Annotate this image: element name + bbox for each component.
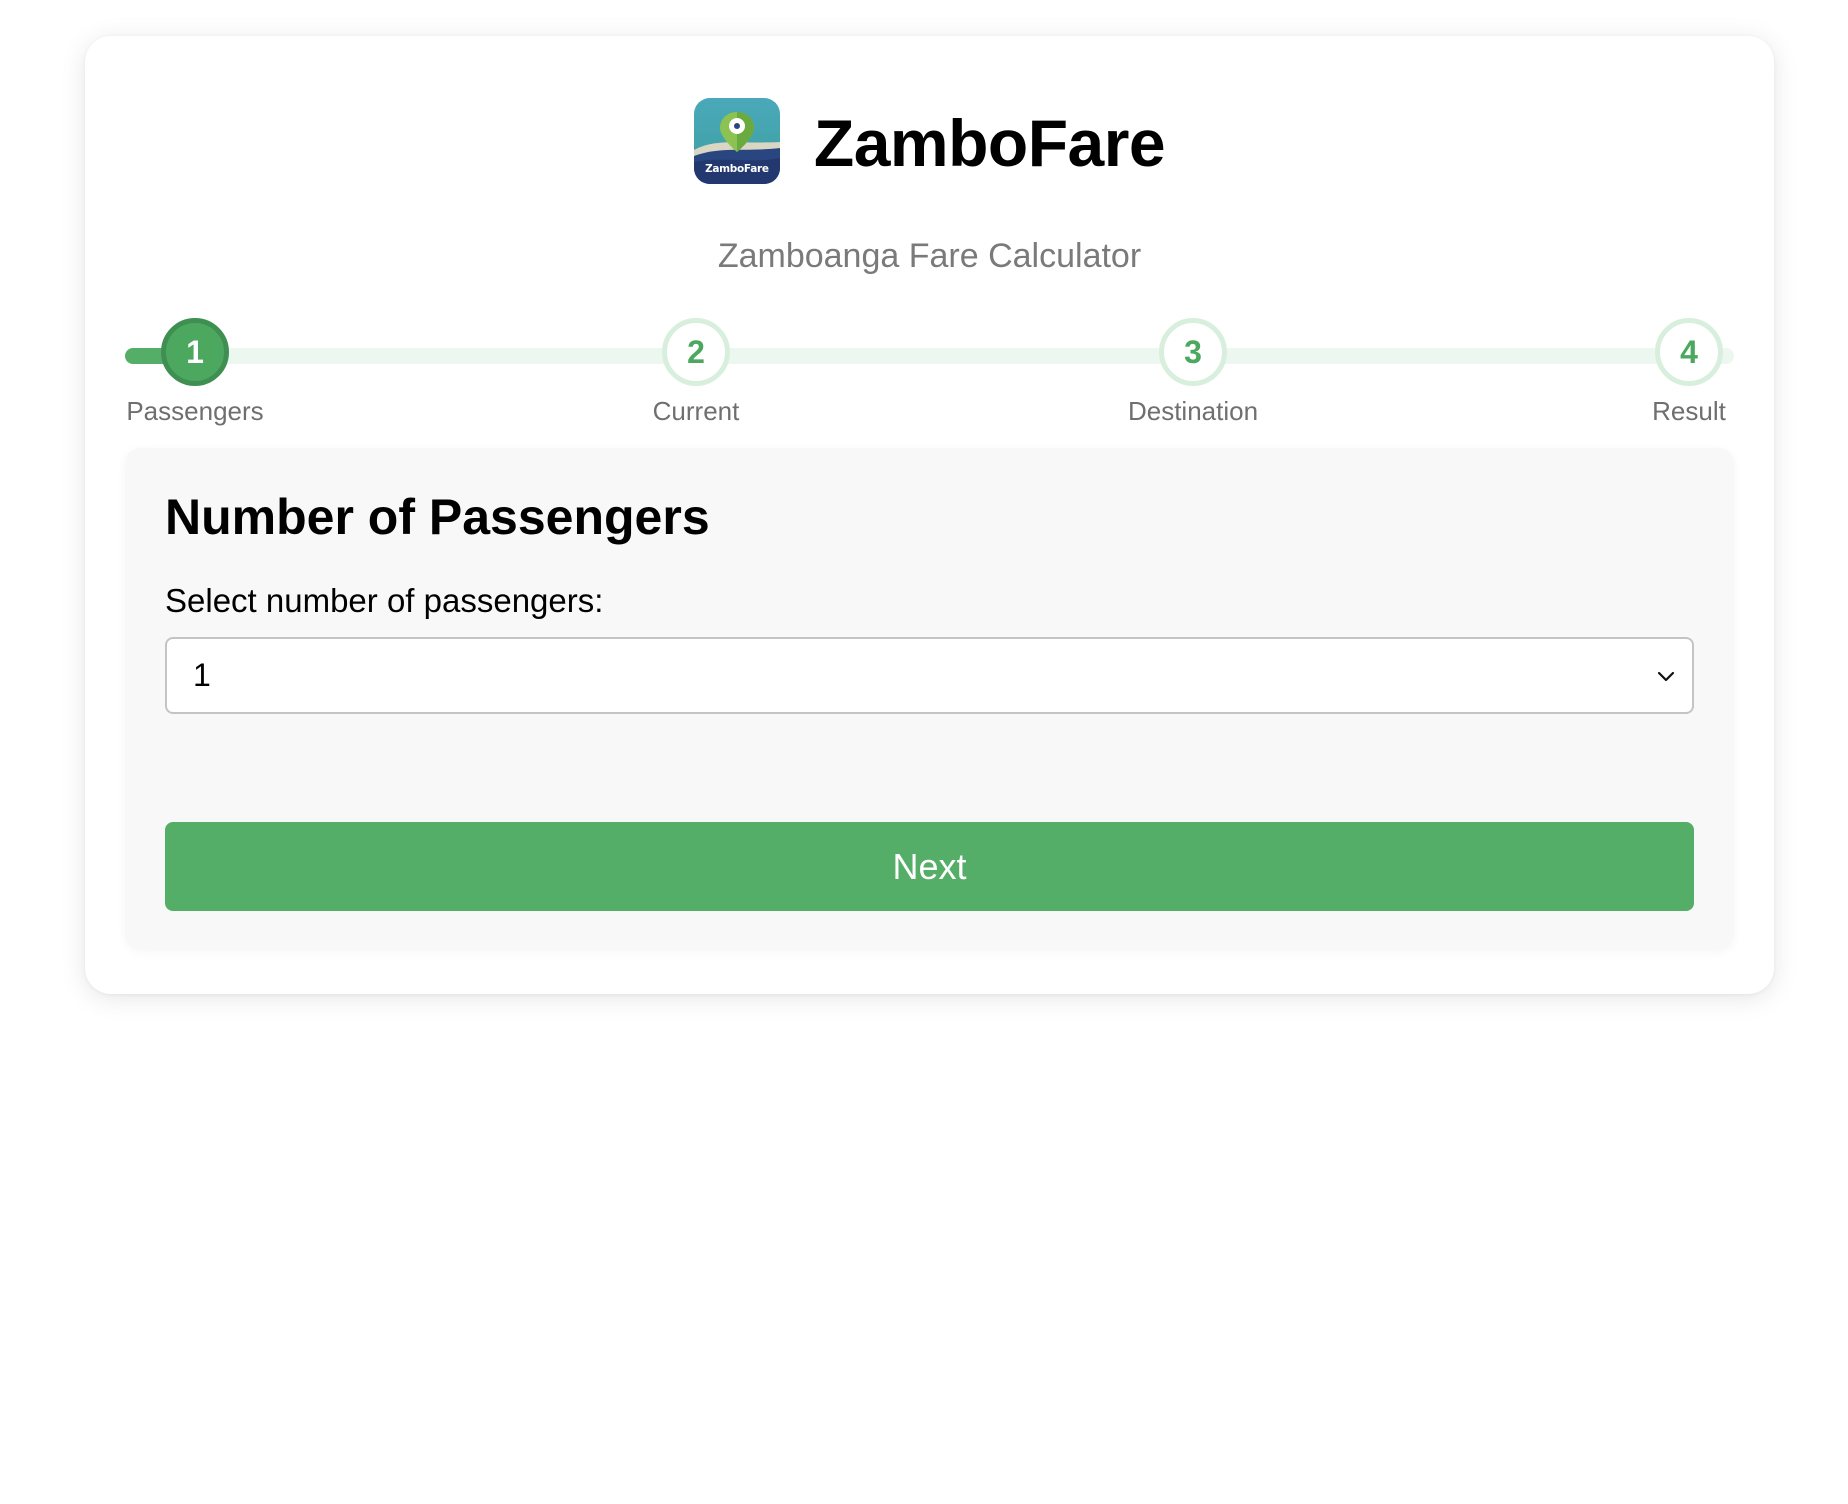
- step-number: 3: [1159, 318, 1227, 386]
- brand-header: ZamboFare ZamboFare: [85, 98, 1774, 184]
- step-label: Current: [652, 396, 740, 426]
- step-destination[interactable]: 3 Destination: [1093, 318, 1293, 427]
- select-value: 1: [193, 657, 211, 693]
- next-button[interactable]: Next: [165, 822, 1694, 911]
- app-title: ZamboFare: [813, 106, 1166, 180]
- app-card: ZamboFare ZamboFare Zamboanga Fare Calcu…: [85, 36, 1774, 994]
- step-current[interactable]: 2 Current: [596, 318, 796, 427]
- app-subtitle: Zamboanga Fare Calculator: [717, 237, 1142, 275]
- chevron-down-icon: [1657, 671, 1675, 682]
- step-label: Passengers: [126, 396, 264, 426]
- step-label: Result: [1652, 396, 1726, 426]
- step-result[interactable]: 4 Result: [1589, 318, 1789, 427]
- step-number: 1: [161, 318, 229, 386]
- app-logo-text: ZamboFare: [705, 163, 769, 175]
- step-number: 4: [1655, 318, 1723, 386]
- progress-track: [125, 348, 1734, 364]
- progress-stepper: 1 Passengers 2 Current 3 Destination 4 R…: [125, 280, 1734, 430]
- passenger-count-select[interactable]: 1: [165, 637, 1694, 714]
- section-title: Number of Passengers: [165, 489, 710, 545]
- app-logo-icon: ZamboFare: [693, 98, 780, 184]
- step-number: 2: [662, 318, 730, 386]
- passenger-count-label: Select number of passengers:: [165, 582, 604, 619]
- passenger-form-panel: Number of Passengers Select number of pa…: [125, 448, 1734, 950]
- step-passengers[interactable]: 1 Passengers: [95, 318, 295, 427]
- step-label: Destination: [1127, 396, 1259, 426]
